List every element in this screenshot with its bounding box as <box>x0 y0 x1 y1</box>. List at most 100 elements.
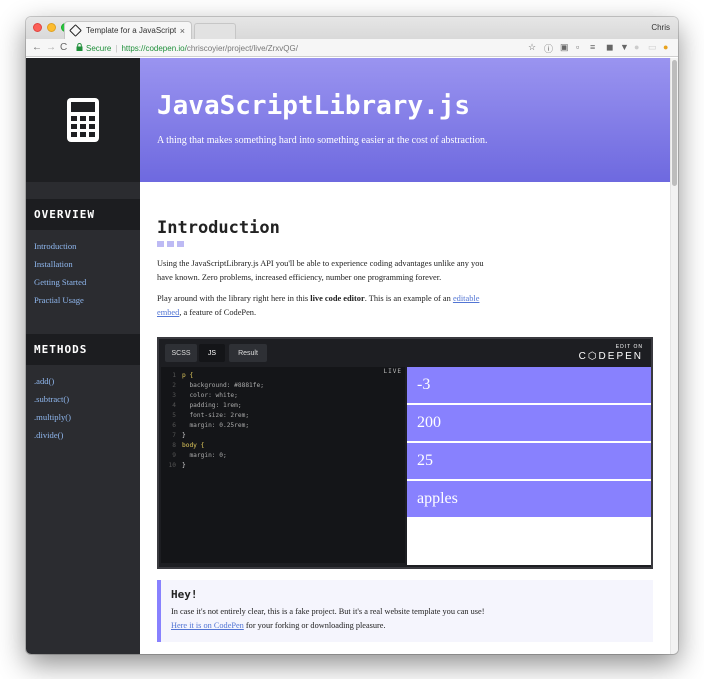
paragraph-text: . This is an example of an <box>364 294 453 303</box>
vee-icon[interactable]: ▼ <box>620 42 629 52</box>
webpage: OVERVIEW Introduction Installation Getti… <box>26 58 678 654</box>
codepen-favicon-icon <box>69 24 82 37</box>
title-decoration <box>157 241 669 247</box>
line-number: 8 <box>172 442 176 449</box>
methods-heading-label: METHODS <box>34 343 88 356</box>
back-arrow-icon[interactable]: ← <box>32 42 42 53</box>
overview-heading-label: OVERVIEW <box>34 208 95 221</box>
code-text: color: white; <box>182 392 238 399</box>
tab-result[interactable]: Result <box>229 344 267 362</box>
code-line: 7} <box>164 431 264 441</box>
code-line: 6 margin: 0.25rem; <box>164 421 264 431</box>
nav-introduction[interactable]: Introduction <box>34 237 140 255</box>
extension-icon[interactable]: ▣ <box>560 42 569 53</box>
line-number: 4 <box>172 402 176 409</box>
tab-close-icon[interactable]: × <box>180 26 185 36</box>
code-text: background: #8881fe; <box>182 382 264 389</box>
codepen-link[interactable]: Here it is on CodePen <box>171 621 244 630</box>
reload-icon[interactable]: C <box>60 42 67 53</box>
sidebar-gap <box>26 182 140 199</box>
sidebar: OVERVIEW Introduction Installation Getti… <box>26 58 140 654</box>
browser-toolbar: ← → C Secure | https://codepen.io/ chris… <box>26 39 678 57</box>
browser-tab[interactable]: Template for a JavaScript Libr × <box>64 21 192 39</box>
code-text: font-size: 2rem; <box>182 412 250 419</box>
nav-divide[interactable]: .divide() <box>34 426 140 444</box>
tab-js[interactable]: JS <box>199 344 225 362</box>
result-pane: -3 200 25 apples <box>407 367 651 565</box>
code-line: 4 padding: 1rem; <box>164 401 264 411</box>
extension-icon[interactable]: ▭ <box>648 42 657 53</box>
extension-icon[interactable]: ● <box>663 42 668 52</box>
code-text: } <box>182 462 186 469</box>
paragraph-bold-text: live code editor <box>310 294 365 303</box>
result-paragraph: 25 <box>407 443 651 481</box>
nav-multiply[interactable]: .multiply() <box>34 408 140 426</box>
star-icon[interactable]: ☆ <box>528 42 536 53</box>
paragraph-text: Play around with the library right here … <box>157 294 311 303</box>
nav-practical-usage[interactable]: Practial Usage <box>34 291 140 309</box>
code-text: body { <box>182 442 205 449</box>
callout-text-part: In case it's not entirely clear, this is… <box>171 607 485 616</box>
paragraph-text: , a feature of CodePen. <box>179 308 257 317</box>
nav-subtract[interactable]: .subtract() <box>34 390 140 408</box>
intro-paragraph: Using the JavaScriptLibrary.js API you'l… <box>157 259 484 282</box>
code-text: p { <box>182 372 194 379</box>
embed-toolbar: SCSS JS Result EDIT ON C⬡DEPEN <box>159 339 651 365</box>
tab-title: Template for a JavaScript Libr <box>86 26 176 35</box>
methods-nav: .add() .subtract() .multiply() .divide() <box>26 365 140 455</box>
edit-on-label: EDIT ON <box>615 344 643 350</box>
embed-paragraph: Play around with the library right here … <box>157 292 502 320</box>
extension-icon[interactable]: ● <box>634 42 639 52</box>
code-line: 1 p { <box>164 371 264 381</box>
code-line: 8 body { <box>164 441 264 451</box>
nav-add[interactable]: .add() <box>34 372 140 390</box>
scrollbar-thumb[interactable] <box>672 60 677 186</box>
edit-on-codepen-link[interactable]: EDIT ON C⬡DEPEN <box>579 344 643 362</box>
extension-icon[interactable]: ▫ <box>576 42 579 52</box>
forward-arrow-icon[interactable]: → <box>46 42 56 53</box>
code-line: 9 margin: 0; <box>164 451 264 461</box>
profile-name[interactable]: Chris <box>651 23 670 32</box>
live-badge: LIVE <box>383 368 402 375</box>
tab-strip: Template for a JavaScript Libr × Chris <box>26 17 678 39</box>
result-paragraph: apples <box>407 481 651 519</box>
code-lines: 1p {2 background: #8881fe; 3 color: white… <box>164 371 264 471</box>
nav-getting-started[interactable]: Getting Started <box>34 273 140 291</box>
code-line: 5 font-size: 2rem; <box>164 411 264 421</box>
new-tab-button[interactable] <box>194 23 236 39</box>
lock-icon <box>76 43 83 53</box>
tab-scss[interactable]: SCSS <box>165 344 197 362</box>
line-number: 2 <box>172 382 176 389</box>
line-number: 1 <box>172 372 176 379</box>
page-title: JavaScriptLibrary.js <box>157 91 471 121</box>
callout-box: Hey! In case it's not entirely clear, th… <box>157 580 653 642</box>
page-subtitle: A thing that makes something hard into s… <box>157 135 488 146</box>
overview-heading: OVERVIEW <box>26 199 140 230</box>
section-title: Introduction <box>157 218 280 238</box>
address-bar[interactable]: Secure | https://codepen.io/ chriscoyier… <box>76 41 506 55</box>
callout-text-part: for your forking or downloading pleasure… <box>243 621 386 630</box>
code-editor[interactable]: LIVE 1p {2 background: #8881fe; 3 color: … <box>161 367 405 563</box>
buffer-icon[interactable]: ≡ <box>590 42 595 52</box>
sidebar-logo <box>26 58 140 182</box>
code-text: padding: 1rem; <box>182 402 242 409</box>
secure-label: Secure <box>86 43 112 53</box>
methods-heading: METHODS <box>26 334 140 365</box>
codepen-logo: C⬡DEPEN <box>578 351 643 362</box>
page-scrollbar[interactable] <box>670 58 678 654</box>
info-icon[interactable]: ⓘ <box>544 42 553 55</box>
close-window-button[interactable] <box>33 23 42 32</box>
browser-window: Template for a JavaScript Libr × Chris ←… <box>26 17 678 654</box>
code-line: 3 color: white; <box>164 391 264 401</box>
minimize-window-button[interactable] <box>47 23 56 32</box>
result-paragraph: 200 <box>407 405 651 443</box>
nav-installation[interactable]: Installation <box>34 255 140 273</box>
code-text: margin: 0.25rem; <box>182 422 250 429</box>
callout-text: In case it's not entirely clear, this is… <box>171 605 491 633</box>
code-line: 2 background: #8881fe; <box>164 381 264 391</box>
extension-icon[interactable]: ◼ <box>606 42 613 53</box>
line-number: 3 <box>172 392 176 399</box>
line-number: 5 <box>172 412 176 419</box>
line-number: 7 <box>172 432 176 439</box>
overview-nav: Introduction Installation Getting Starte… <box>26 230 140 320</box>
